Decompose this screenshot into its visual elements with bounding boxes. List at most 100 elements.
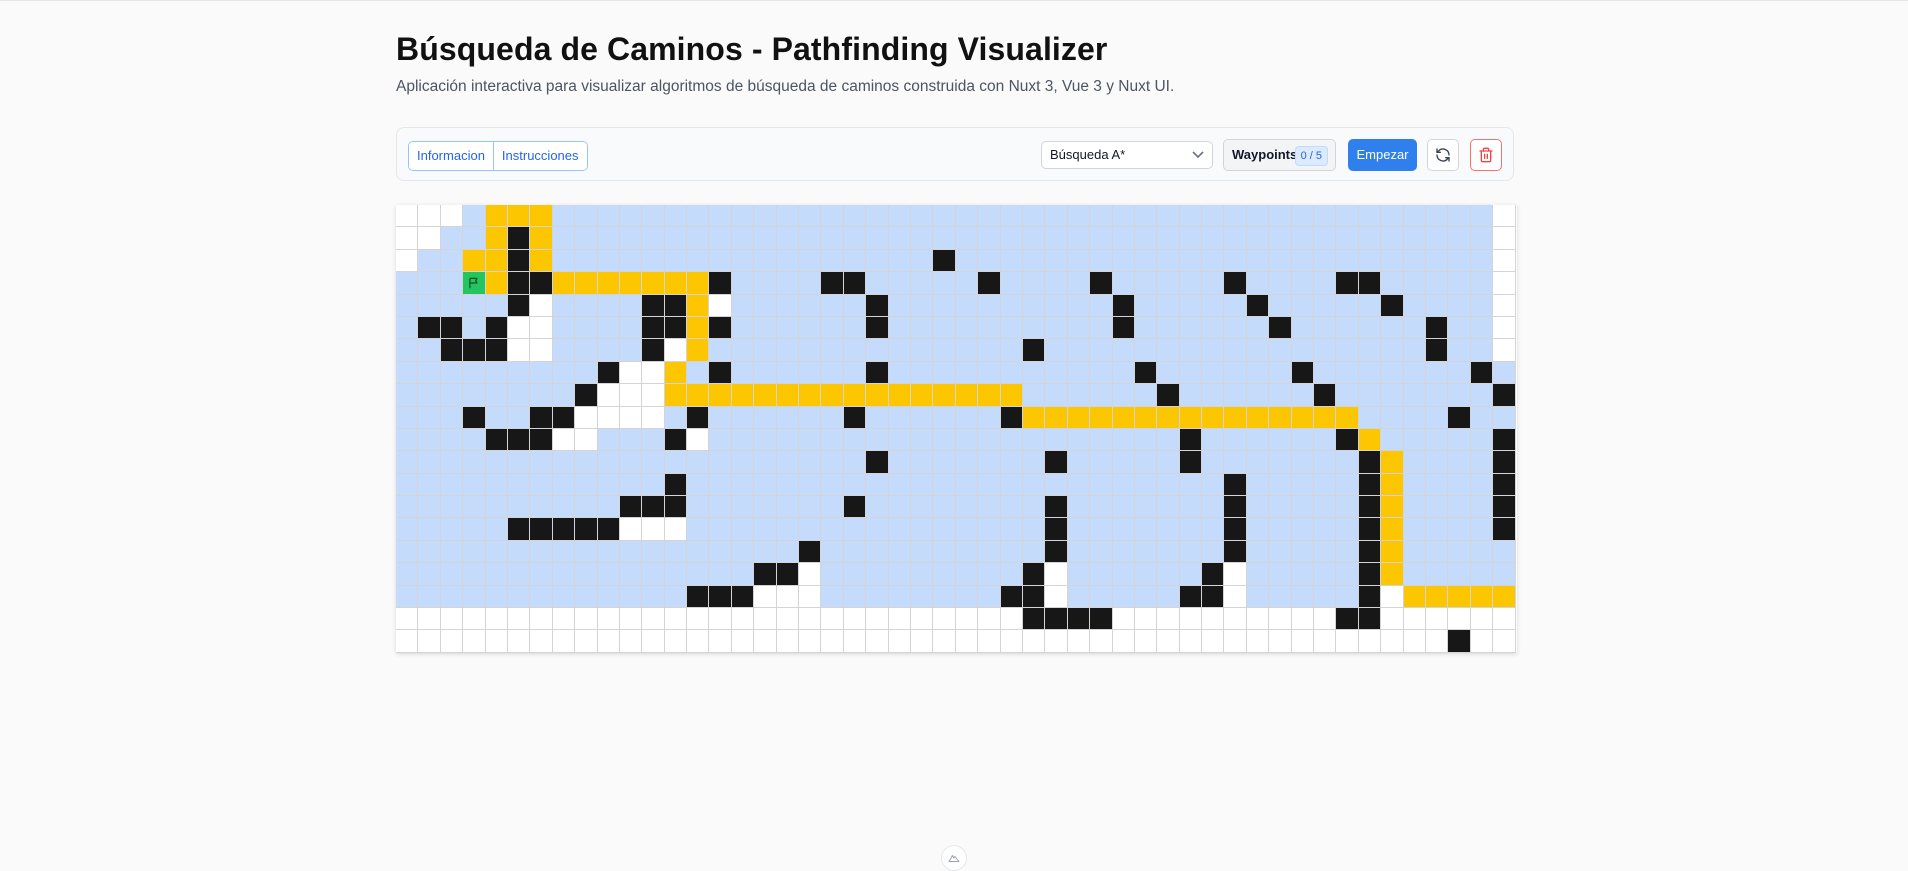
grid-cell-visited[interactable] [709, 249, 732, 273]
grid-cell-empty[interactable] [575, 406, 598, 429]
grid-cell-visited[interactable] [910, 316, 934, 340]
grid-cell-visited[interactable] [955, 428, 979, 452]
grid-cell-visited[interactable] [821, 316, 844, 340]
grid-cell-visited[interactable] [418, 339, 441, 362]
grid-cell-empty[interactable] [1493, 339, 1516, 362]
grid-cell-empty[interactable] [619, 608, 643, 631]
grid-cell-visited[interactable] [552, 384, 576, 407]
grid-cell-empty[interactable] [955, 630, 979, 653]
grid-cell-visited[interactable] [709, 518, 732, 541]
grid-cell-visited[interactable] [843, 540, 867, 564]
grid-cell-empty[interactable] [642, 608, 665, 631]
grid-cell-visited[interactable] [552, 227, 576, 250]
grid-cell-visited[interactable] [1224, 249, 1247, 273]
grid-cell-visited[interactable] [955, 294, 979, 317]
grid-cell-empty[interactable] [552, 630, 576, 653]
grid-cell-path[interactable] [530, 205, 553, 228]
grid-cell-visited[interactable] [463, 585, 486, 609]
grid-cell-visited[interactable] [440, 540, 464, 564]
grid-cell-visited[interactable] [1246, 249, 1270, 273]
grid-cell-visited[interactable] [978, 585, 1001, 609]
grid-cell-visited[interactable] [597, 473, 620, 497]
grid-cell-visited[interactable] [1336, 316, 1359, 340]
grid-cell-visited[interactable] [1022, 227, 1046, 250]
grid-cell-wall[interactable] [440, 316, 464, 340]
grid-cell-visited[interactable] [709, 406, 732, 429]
grid-cell-visited[interactable] [1157, 563, 1180, 586]
grid-cell-visited[interactable] [731, 518, 755, 541]
grid-cell-visited[interactable] [843, 428, 867, 452]
grid-cell-visited[interactable] [575, 451, 598, 474]
grid-cell-visited[interactable] [664, 205, 688, 228]
grid-cell-visited[interactable] [1112, 227, 1135, 250]
grid-cell-visited[interactable] [888, 227, 911, 250]
grid-cell-empty[interactable] [687, 630, 710, 653]
grid-cell-path[interactable] [843, 384, 867, 407]
grid-cell-empty[interactable] [619, 384, 643, 407]
grid-cell-visited[interactable] [552, 339, 576, 362]
grid-cell-empty[interactable] [1224, 585, 1247, 609]
grid-cell-wall[interactable] [1090, 608, 1113, 631]
grid-cell-visited[interactable] [418, 563, 441, 586]
grid-cell-visited[interactable] [1045, 316, 1068, 340]
grid-cell-visited[interactable] [1157, 294, 1180, 317]
grid-cell-empty[interactable] [418, 205, 441, 228]
grid-cell-visited[interactable] [1470, 473, 1494, 497]
grid-cell-wall[interactable] [1000, 406, 1023, 429]
grid-cell-visited[interactable] [1000, 540, 1023, 564]
grid-cell-visited[interactable] [776, 316, 800, 340]
grid-cell-visited[interactable] [910, 294, 934, 317]
grid-cell-visited[interactable] [1336, 205, 1359, 228]
grid-cell-visited[interactable] [642, 451, 665, 474]
grid-cell-visited[interactable] [1045, 428, 1068, 452]
grid-cell-visited[interactable] [1448, 272, 1471, 295]
grid-cell-visited[interactable] [530, 540, 553, 564]
grid-cell-empty[interactable] [664, 608, 688, 631]
grid-cell-empty[interactable] [1224, 563, 1247, 586]
grid-cell-visited[interactable] [955, 473, 979, 497]
grid-cell-visited[interactable] [910, 473, 934, 497]
grid-cell-visited[interactable] [1000, 316, 1023, 340]
grid-cell-visited[interactable] [1090, 339, 1113, 362]
grid-cell-empty[interactable] [1112, 608, 1135, 631]
grid-cell-visited[interactable] [1067, 339, 1091, 362]
grid-cell-visited[interactable] [1470, 451, 1494, 474]
grid-cell-visited[interactable] [933, 563, 956, 586]
grid-cell-visited[interactable] [687, 227, 710, 250]
grid-cell-visited[interactable] [1448, 361, 1471, 385]
grid-cell-empty[interactable] [731, 608, 755, 631]
grid-cell-visited[interactable] [888, 473, 911, 497]
grid-cell-visited[interactable] [799, 316, 822, 340]
grid-cell-wall[interactable] [664, 294, 688, 317]
grid-cell-visited[interactable] [1269, 294, 1292, 317]
grid-cell-visited[interactable] [1000, 272, 1023, 295]
grid-cell-visited[interactable] [1291, 428, 1315, 452]
grid-cell-empty[interactable] [866, 608, 889, 631]
grid-cell-visited[interactable] [485, 540, 508, 564]
grid-cell-wall[interactable] [1493, 384, 1516, 407]
grid-cell-path[interactable] [619, 272, 643, 295]
grid-cell-visited[interactable] [1448, 249, 1471, 273]
grid-cell-visited[interactable] [619, 563, 643, 586]
grid-cell-visited[interactable] [776, 272, 800, 295]
grid-cell-empty[interactable] [776, 608, 800, 631]
grid-cell-visited[interactable] [1157, 272, 1180, 295]
grid-cell-visited[interactable] [1314, 361, 1337, 385]
grid-cell-visited[interactable] [1157, 339, 1180, 362]
grid-cell-visited[interactable] [843, 563, 867, 586]
grid-cell-visited[interactable] [978, 473, 1001, 497]
grid-cell-wall[interactable] [642, 496, 665, 519]
grid-cell-wall[interactable] [1358, 540, 1382, 564]
grid-cell-path[interactable] [687, 316, 710, 340]
grid-cell-visited[interactable] [1000, 518, 1023, 541]
grid-cell-visited[interactable] [888, 316, 911, 340]
grid-cell-empty[interactable] [933, 630, 956, 653]
grid-cell-wall[interactable] [507, 272, 531, 295]
grid-cell-visited[interactable] [888, 406, 911, 429]
grid-cell-visited[interactable] [1090, 384, 1113, 407]
grid-cell-visited[interactable] [575, 249, 598, 273]
grid-cell-visited[interactable] [418, 428, 441, 452]
grid-cell-visited[interactable] [933, 406, 956, 429]
grid-cell-visited[interactable] [552, 294, 576, 317]
grid-cell-wall[interactable] [642, 294, 665, 317]
